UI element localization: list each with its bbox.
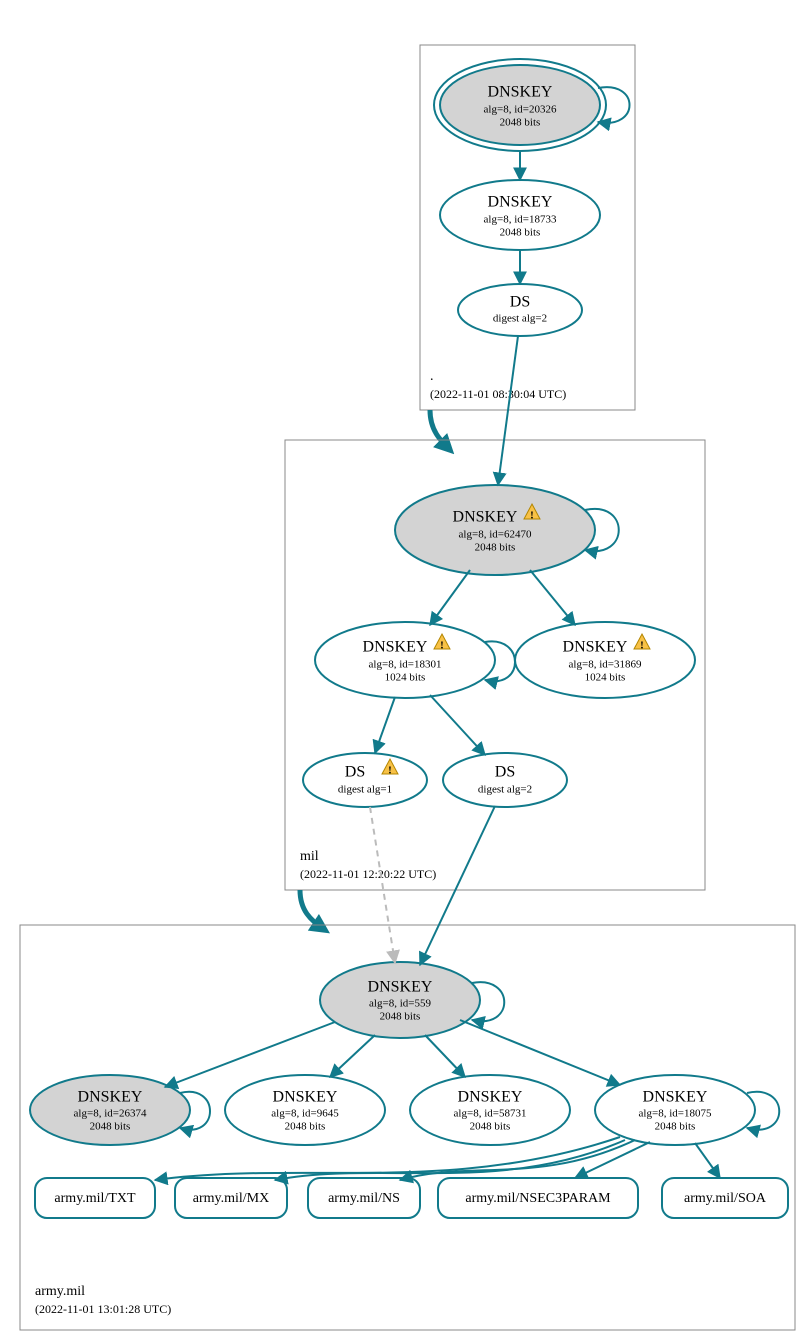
svg-text:!: ! [530,510,534,522]
node-record-nsec3: army.mil/NSEC3PARAM [438,1178,638,1218]
zone-mil-label: mil [300,849,319,864]
zone-army-label: army.mil [35,1284,85,1299]
svg-text:!: ! [440,640,444,652]
svg-text:alg=8, id=62470: alg=8, id=62470 [459,529,532,541]
svg-text:2048 bits: 2048 bits [90,1121,131,1133]
svg-text:DS: DS [510,294,530,311]
node-record-ns: army.mil/NS [308,1178,420,1218]
node-mil-ds2: DS digest alg=2 [443,753,567,807]
edge-k4-mx [275,1140,625,1180]
zone-root-timestamp: (2022-11-01 08:30:04 UTC) [430,387,566,401]
svg-text:army.mil/TXT: army.mil/TXT [54,1191,136,1206]
zone-army-timestamp: (2022-11-01 13:01:28 UTC) [35,1302,171,1316]
svg-text:2048 bits: 2048 bits [500,117,541,129]
edge-mil-zsk1-ds2 [430,695,485,755]
node-army-ksk: DNSKEY alg=8, id=559 2048 bits [320,962,480,1038]
svg-text:DS: DS [345,764,365,781]
node-record-soa: army.mil/SOA [662,1178,788,1218]
svg-text:1024 bits: 1024 bits [385,672,426,684]
edge-root-to-mil-deleg [430,410,450,450]
svg-text:army.mil/MX: army.mil/MX [193,1191,269,1206]
node-root-zsk: DNSKEY alg=8, id=18733 2048 bits [440,180,600,250]
svg-text:2048 bits: 2048 bits [655,1121,696,1133]
svg-text:digest alg=2: digest alg=2 [493,313,547,325]
svg-text:alg=8, id=20326: alg=8, id=20326 [484,104,557,116]
svg-text:DNSKEY: DNSKEY [78,1089,143,1106]
node-record-txt: army.mil/TXT [35,1178,155,1218]
svg-text:alg=8, id=58731: alg=8, id=58731 [454,1108,527,1120]
node-army-k2: DNSKEY alg=8, id=9645 2048 bits [225,1075,385,1145]
svg-text:!: ! [640,640,644,652]
node-mil-ds1: DS ! digest alg=1 [303,753,427,807]
edge-mil-ksk-zsk1 [430,570,470,625]
edge-army-ksk-k3 [425,1035,465,1077]
edge-mil-to-army-deleg [300,890,325,930]
edge-mil-ksk-zsk2 [530,570,575,625]
svg-text:alg=8, id=26374: alg=8, id=26374 [74,1108,147,1120]
svg-text:DNSKEY: DNSKEY [453,509,518,526]
node-mil-zsk2: DNSKEY ! alg=8, id=31869 1024 bits [515,622,695,698]
svg-text:DNSKEY: DNSKEY [563,639,628,656]
svg-text:digest alg=1: digest alg=1 [338,784,392,796]
edge-mil-ds2-to-army-ksk [420,806,495,965]
svg-text:DNSKEY: DNSKEY [488,84,553,101]
svg-text:DNSKEY: DNSKEY [488,194,553,211]
node-root-ksk: DNSKEY alg=8, id=20326 2048 bits [434,59,606,151]
svg-text:DNSKEY: DNSKEY [273,1089,338,1106]
svg-text:DS: DS [495,764,515,781]
svg-text:DNSKEY: DNSKEY [363,639,428,656]
svg-text:DNSKEY: DNSKEY [458,1089,523,1106]
svg-text:2048 bits: 2048 bits [475,542,516,554]
node-record-mx: army.mil/MX [175,1178,287,1218]
svg-text:1024 bits: 1024 bits [585,672,626,684]
svg-text:alg=8, id=18733: alg=8, id=18733 [484,214,557,226]
edge-army-ksk-k2 [330,1035,375,1077]
edge-k4-ns [400,1140,635,1180]
svg-text:army.mil/NSEC3PARAM: army.mil/NSEC3PARAM [465,1191,611,1206]
edge-mil-zsk1-ds1 [375,697,395,753]
node-mil-zsk1: DNSKEY ! alg=8, id=18301 1024 bits [315,622,495,698]
node-army-k3: DNSKEY alg=8, id=58731 2048 bits [410,1075,570,1145]
node-mil-ksk: DNSKEY ! alg=8, id=62470 2048 bits [395,485,595,575]
svg-text:alg=8, id=31869: alg=8, id=31869 [569,659,642,671]
zone-army: army.mil (2022-11-01 13:01:28 UTC) DNSKE… [20,806,795,1330]
svg-text:army.mil/SOA: army.mil/SOA [684,1191,767,1206]
svg-text:alg=8, id=9645: alg=8, id=9645 [271,1108,339,1120]
svg-text:alg=8, id=559: alg=8, id=559 [369,998,431,1010]
dnssec-graph: . (2022-11-01 08:30:04 UTC) DNSKEY alg=8… [0,0,811,1344]
svg-text:2048 bits: 2048 bits [470,1121,511,1133]
svg-text:DNSKEY: DNSKEY [368,979,433,996]
svg-text:alg=8, id=18301: alg=8, id=18301 [369,659,442,671]
node-army-k1: DNSKEY alg=8, id=26374 2048 bits [30,1075,190,1145]
edge-k4-soa [695,1143,720,1178]
node-root-ds: DS digest alg=2 [458,284,582,336]
zone-root: . (2022-11-01 08:30:04 UTC) DNSKEY alg=8… [420,45,635,410]
svg-text:alg=8, id=18075: alg=8, id=18075 [639,1108,712,1120]
svg-text:2048 bits: 2048 bits [500,227,541,239]
svg-text:2048 bits: 2048 bits [380,1011,421,1023]
svg-text:!: ! [388,765,392,777]
svg-text:DNSKEY: DNSKEY [643,1089,708,1106]
edge-mil-ds1-to-army-ksk [370,807,395,963]
zone-mil-timestamp: (2022-11-01 12:20:22 UTC) [300,867,436,881]
svg-text:2048 bits: 2048 bits [285,1121,326,1133]
zone-root-label: . [430,369,434,384]
svg-text:army.mil/NS: army.mil/NS [328,1191,400,1206]
svg-text:digest alg=2: digest alg=2 [478,784,532,796]
